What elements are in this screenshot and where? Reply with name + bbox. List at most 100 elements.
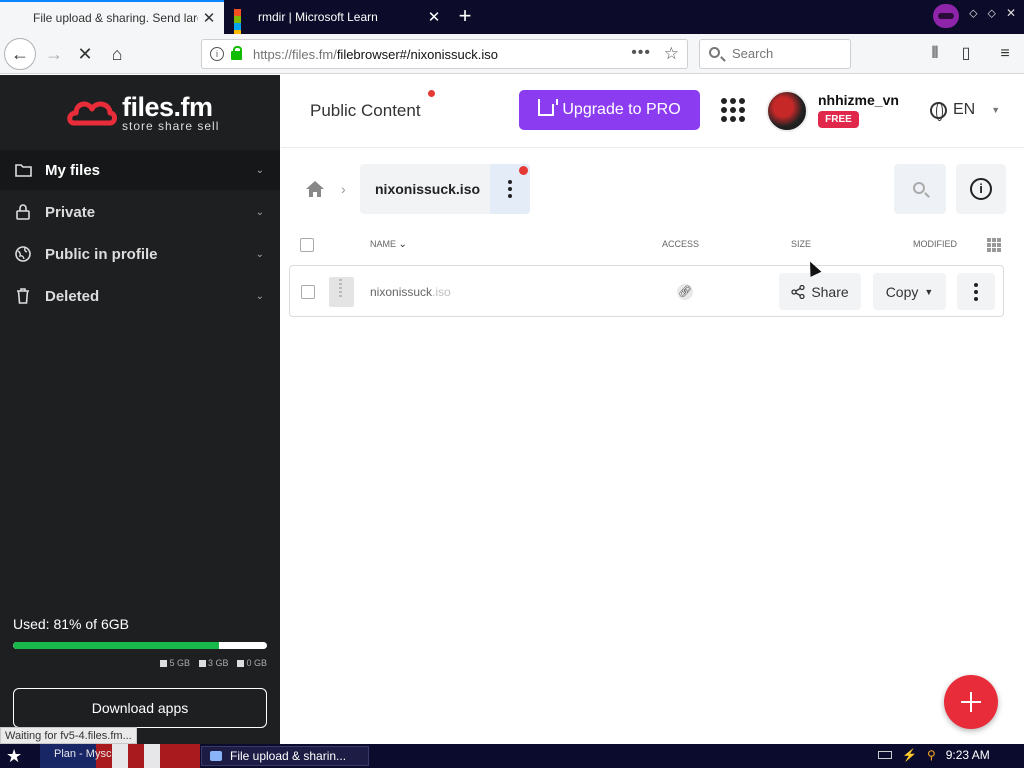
library-icon[interactable]: ⫴ <box>925 44 945 64</box>
share-icon <box>791 284 805 299</box>
add-button[interactable] <box>944 675 998 729</box>
language-code: EN <box>953 101 976 118</box>
file-browser: › nixonissuck.iso i NAME ⌄ ACCESS SIZE M… <box>281 149 1024 744</box>
globe-icon <box>930 101 947 121</box>
brand-tagline: store share sell <box>122 119 220 133</box>
legend-item: 0 GB <box>237 658 267 668</box>
microsoft-logo-icon <box>234 9 250 37</box>
column-header-access[interactable]: ACCESS <box>662 239 699 249</box>
sidebar-item-label: My files <box>45 161 101 179</box>
table-row[interactable]: nixonissuck.iso 🔗︎ Share Copy ▼ <box>289 265 1004 317</box>
column-header-size[interactable]: SIZE <box>791 239 811 249</box>
tab-microsoft-learn[interactable]: rmdir | Microsoft Learn ✕ <box>225 0 449 37</box>
bookmark-star-icon[interactable]: ☆ <box>664 44 679 64</box>
browser-navbar: ← → ✕ ⌂ i https://files.fm/filebrowser#/… <box>0 34 1024 74</box>
tab-files-fm[interactable]: File upload & sharing. Send large f ✕ <box>0 0 224 34</box>
search-icon <box>913 182 925 194</box>
storage-usage: Used: 81% of 6GB 5 GB 3 GB 0 GB <box>13 616 267 668</box>
app-header: Public Content Upgrade to PRO nhhizme_vn… <box>281 75 1024 148</box>
new-tab-button[interactable]: + <box>452 4 478 28</box>
sidebar-item-private[interactable]: Private ⌄ <box>0 192 280 232</box>
breadcrumb-chevron-icon: › <box>341 181 346 197</box>
brand-name: files.fm <box>122 92 213 122</box>
chevron-down-icon: ⌄ <box>255 206 264 218</box>
lock-icon <box>231 46 242 60</box>
taskbar-flag-item[interactable]: Plan - Mysch... <box>40 744 200 768</box>
system-tray: ⚡ ⚲ 9:23 AM <box>878 748 990 762</box>
browser-status-text: Waiting for fv5-4.files.fm... <box>0 727 137 744</box>
sidebar-item-label: Public in profile <box>45 245 158 263</box>
copy-dropdown-button[interactable]: Copy ▼ <box>873 273 946 310</box>
taskbar-window-item[interactable]: File upload & sharin... <box>201 746 369 766</box>
column-header-name[interactable]: NAME ⌄ <box>370 239 407 250</box>
select-all-checkbox[interactable] <box>300 238 314 252</box>
legend-item: 5 GB <box>160 658 190 668</box>
home-button[interactable]: ⌂ <box>101 38 133 70</box>
globe-icon <box>14 245 32 263</box>
storage-progress-bar <box>13 642 267 649</box>
info-icon: i <box>970 178 992 200</box>
keyboard-icon[interactable] <box>878 751 892 759</box>
cloud-logo-icon <box>67 101 117 126</box>
close-tab-icon[interactable]: ✕ <box>198 9 220 27</box>
stop-loading-button[interactable]: ✕ <box>69 38 101 70</box>
public-content-link[interactable]: Public Content <box>310 101 421 121</box>
sidebar-item-public-in-profile[interactable]: Public in profile ⌄ <box>0 234 280 274</box>
sidebar-item-my-files[interactable]: My files ⌄ <box>0 150 280 190</box>
sidebar-toggle-icon[interactable]: ▯ <box>956 44 976 64</box>
search-files-button[interactable] <box>894 164 946 214</box>
url-bar[interactable]: i https://files.fm/filebrowser#/nixoniss… <box>201 39 688 69</box>
info-button[interactable]: i <box>956 164 1006 214</box>
apps-grid-icon[interactable] <box>721 98 745 122</box>
trash-icon <box>14 287 32 305</box>
close-window-icon[interactable]: ✕ <box>1006 6 1016 21</box>
sidebar-item-deleted[interactable]: Deleted ⌄ <box>0 276 280 316</box>
sidebar: files.fm store share sell My files ⌄ Pri… <box>0 75 280 744</box>
username[interactable]: nhhizme_vn <box>818 92 899 108</box>
file-name[interactable]: nixonissuck.iso <box>370 285 451 299</box>
grid-view-icon[interactable] <box>987 238 1001 252</box>
link-icon[interactable]: 🔗︎ <box>677 284 693 300</box>
chevron-down-icon: ⌄ <box>255 248 264 260</box>
network-icon[interactable]: ⚡ <box>902 748 917 762</box>
window-controls: ⬦ ⬦ ✕ <box>969 6 1016 21</box>
sidebar-item-label: Deleted <box>45 287 100 305</box>
legend-item: 3 GB <box>199 658 229 668</box>
chevron-down-icon: ⌄ <box>255 290 264 302</box>
close-tab-icon[interactable]: ✕ <box>423 8 445 26</box>
download-apps-button[interactable]: Download apps <box>13 688 267 728</box>
plan-badge: FREE <box>818 111 859 128</box>
browser-search-bar[interactable] <box>699 39 851 69</box>
share-button[interactable]: Share <box>779 273 861 310</box>
browser-search-input[interactable] <box>732 46 842 61</box>
search-icon[interactable]: ⚲ <box>927 748 936 762</box>
site-info-icon[interactable]: i <box>210 47 224 61</box>
pin-icon[interactable]: ⬦ <box>969 6 977 21</box>
row-checkbox[interactable] <box>301 285 315 299</box>
forward-button[interactable]: → <box>38 38 70 70</box>
row-menu-button[interactable] <box>957 273 995 310</box>
start-star-icon[interactable]: ★ <box>6 746 22 767</box>
page-actions-icon[interactable]: ••• <box>631 44 651 62</box>
private-browsing-icon <box>933 4 959 28</box>
avatar[interactable] <box>766 90 808 132</box>
caret-down-icon: ▼ <box>924 286 934 297</box>
column-header-modified[interactable]: MODIFIED <box>913 239 957 249</box>
lock-icon <box>14 203 32 221</box>
caret-down-icon: ▼ <box>991 105 1001 115</box>
folder-icon <box>14 161 32 179</box>
menu-hamburger-icon[interactable]: ≡ <box>995 44 1015 64</box>
back-button[interactable]: ← <box>4 38 36 70</box>
language-selector[interactable]: EN ▼ <box>930 101 1001 121</box>
pin-icon[interactable]: ⬦ <box>988 6 996 21</box>
crown-icon <box>538 99 559 116</box>
breadcrumb[interactable]: nixonissuck.iso <box>360 164 530 214</box>
share-label: Share <box>811 283 849 300</box>
files-fm-logo[interactable]: files.fm store share sell <box>66 93 219 133</box>
upgrade-to-pro-button[interactable]: Upgrade to PRO <box>519 90 700 130</box>
os-taskbar: ★ Plan - Mysch... File upload & sharin..… <box>0 744 1024 768</box>
clock: 9:23 AM <box>945 748 990 762</box>
home-icon[interactable] <box>305 180 325 198</box>
sidebar-item-label: Private <box>45 203 96 221</box>
browser-tab-strip: File upload & sharing. Send large f ✕ rm… <box>0 0 1024 37</box>
